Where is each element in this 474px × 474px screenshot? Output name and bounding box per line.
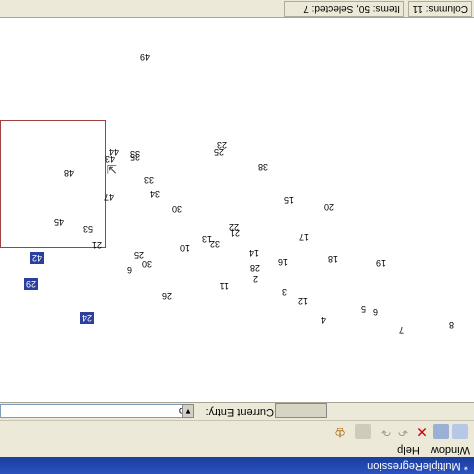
data-point[interactable]: 23 [217, 140, 227, 150]
data-point[interactable]: 12 [298, 296, 308, 306]
entry-bar: Current Entry: pb ▼ [0, 402, 474, 420]
status-bar: Columns: 11 Items: 50, Selected: 7 [0, 0, 474, 18]
data-point[interactable]: 38 [258, 162, 268, 172]
data-point[interactable]: 30 [142, 259, 152, 269]
selected-data-point[interactable]: 29 [23, 278, 38, 290]
data-point[interactable]: 3 [282, 287, 287, 297]
entry-dropdown-icon[interactable]: ▼ [182, 404, 194, 418]
data-point[interactable]: 53 [83, 224, 93, 234]
data-point[interactable]: 10 [180, 243, 190, 253]
data-point[interactable]: 16 [278, 257, 288, 267]
menu-item-help[interactable]: Help [393, 442, 424, 457]
menu-bar: Window Help [0, 442, 474, 457]
data-point[interactable]: 15 [284, 195, 294, 205]
data-point[interactable]: 47 [104, 192, 114, 202]
data-point[interactable]: 18 [328, 254, 338, 264]
data-point[interactable]: 6 [127, 265, 132, 275]
entry-input[interactable]: pb [0, 404, 194, 418]
data-point[interactable]: 49 [140, 52, 150, 62]
data-point[interactable]: 35 [130, 152, 140, 162]
data-point[interactable]: 6 [373, 307, 378, 317]
data-point[interactable]: 14 [249, 248, 259, 258]
copy-icon[interactable] [452, 424, 468, 439]
data-point[interactable]: 43 [105, 154, 115, 164]
data-point[interactable]: 7 [399, 325, 404, 335]
data-point[interactable]: 20 [324, 202, 334, 212]
toolbar: ✕ ↶ ↷ ♔ [0, 420, 474, 442]
data-point[interactable]: 11 [220, 281, 229, 291]
data-point[interactable]: 33 [144, 175, 154, 185]
status-columns: Columns: 11 [408, 1, 472, 17]
data-point[interactable]: 28 [250, 263, 260, 273]
menu-item-window[interactable]: Window [427, 442, 474, 457]
undo-icon[interactable]: ↶ [395, 424, 411, 439]
data-point[interactable]: 30 [172, 204, 182, 214]
status-items-selected: Items: 50, Selected: 7 [284, 1, 404, 17]
data-point[interactable]: 26 [162, 291, 172, 301]
data-point[interactable]: 2 [253, 274, 258, 284]
title-bar: * MultipleRegression [0, 457, 474, 474]
print-icon[interactable] [355, 424, 371, 439]
data-point[interactable]: 21 [230, 228, 240, 238]
data-point[interactable]: 8 [449, 320, 454, 330]
scatter-plot-canvas[interactable]: ⇲ 49 25 23 33 35 44 43 48 38 33 34 47 15 20 22 30 45 53 21… [0, 18, 474, 402]
app-window: * MultipleRegression Window Help ✕ ↶ ↷ ♔… [0, 0, 474, 474]
selected-data-point[interactable]: 42 [29, 252, 44, 264]
redo-icon[interactable]: ↷ [378, 424, 394, 439]
delete-icon[interactable]: ✕ [414, 424, 430, 440]
save-icon[interactable] [433, 424, 449, 439]
current-entry-label: Current Entry: [205, 406, 274, 418]
data-point[interactable]: 17 [299, 232, 309, 242]
data-point[interactable]: 5 [361, 304, 366, 314]
selected-data-point[interactable]: 24 [79, 312, 94, 324]
data-point[interactable]: 34 [150, 189, 160, 199]
current-entry-field[interactable] [275, 403, 327, 418]
data-point[interactable]: 21 [92, 240, 102, 250]
arrow-cursor-icon: ⇲ [106, 162, 117, 176]
data-point[interactable]: 19 [376, 258, 386, 268]
wizard-icon[interactable]: ♔ [332, 424, 348, 440]
window-title: * MultipleRegression [367, 460, 468, 472]
data-point[interactable]: 32 [210, 239, 220, 249]
data-point[interactable]: 48 [64, 168, 74, 178]
data-point[interactable]: 4 [321, 315, 326, 325]
data-point[interactable]: 45 [54, 217, 64, 227]
